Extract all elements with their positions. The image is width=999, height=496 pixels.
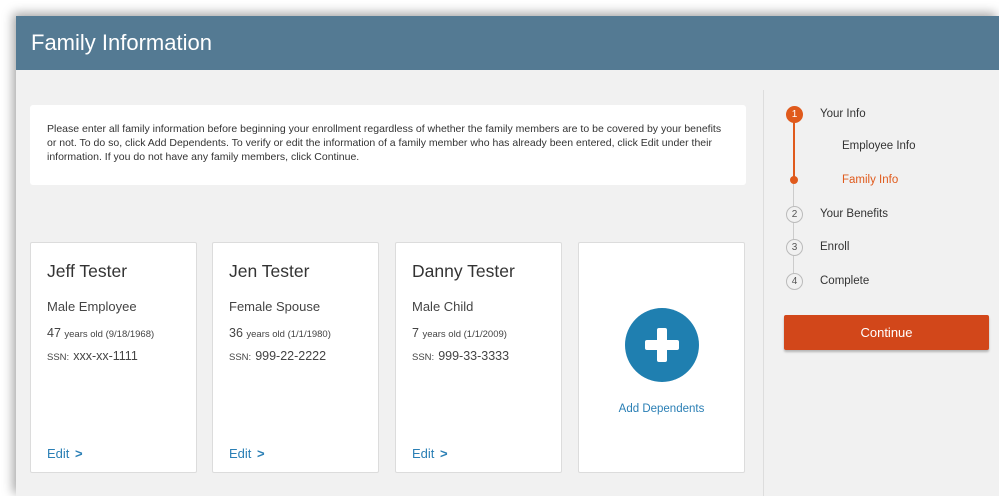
chevron-right-icon: > bbox=[257, 446, 265, 461]
family-member-card: Jen Tester Female Spouse 36 years old (1… bbox=[212, 242, 379, 473]
step-your-info: Your Info bbox=[820, 108, 866, 120]
step-3-icon: 3 bbox=[786, 239, 803, 256]
edit-label: Edit bbox=[229, 446, 252, 461]
add-dependents-card[interactable]: Add Dependents bbox=[578, 242, 745, 473]
edit-label: Edit bbox=[47, 446, 70, 461]
substep-employee-info[interactable]: Employee Info bbox=[842, 140, 916, 152]
member-name: Jeff Tester bbox=[47, 261, 128, 281]
member-birthdate: years old (1/1/2009) bbox=[422, 329, 507, 340]
chevron-right-icon: > bbox=[75, 446, 83, 461]
progress-line-active bbox=[793, 122, 795, 178]
intro-panel: Please enter all family information befo… bbox=[30, 105, 746, 185]
member-birthdate: years old (9/18/1968) bbox=[64, 329, 155, 340]
edit-member-link[interactable]: Edit > bbox=[47, 446, 83, 461]
intro-text: Please enter all family information befo… bbox=[47, 123, 722, 163]
current-step-dot bbox=[790, 176, 798, 184]
edit-label: Edit bbox=[412, 446, 435, 461]
ssn-label: SSN: bbox=[412, 352, 435, 363]
ssn-value: 999-22-2222 bbox=[255, 349, 327, 363]
member-ssn: SSN: 999-22-2222 bbox=[229, 349, 326, 363]
ssn-label: SSN: bbox=[229, 352, 252, 363]
ssn-label: SSN: bbox=[47, 352, 70, 363]
ssn-value: xxx-xx-1111 bbox=[73, 349, 138, 363]
step-complete: Complete bbox=[820, 275, 870, 287]
member-age: 7 years old (1/1/2009) bbox=[412, 326, 507, 340]
step-your-benefits: Your Benefits bbox=[820, 208, 888, 220]
edit-member-link[interactable]: Edit > bbox=[229, 446, 265, 461]
substep-family-info[interactable]: Family Info bbox=[842, 174, 898, 186]
step-1-icon: 1 bbox=[786, 106, 803, 123]
member-birthdate: years old (1/1/1980) bbox=[246, 329, 331, 340]
family-member-card: Jeff Tester Male Employee 47 years old (… bbox=[30, 242, 197, 473]
member-age-years: 36 bbox=[229, 326, 243, 340]
member-ssn: SSN: xxx-xx-1111 bbox=[47, 349, 138, 363]
member-ssn: SSN: 999-33-3333 bbox=[412, 349, 509, 363]
member-relation: Female Spouse bbox=[229, 299, 321, 314]
member-name: Jen Tester bbox=[229, 261, 310, 281]
member-age-years: 47 bbox=[47, 326, 61, 340]
ssn-value: 999-33-3333 bbox=[438, 349, 510, 363]
sidebar-divider bbox=[763, 90, 764, 496]
continue-button[interactable]: Continue bbox=[784, 315, 989, 350]
step-4-icon: 4 bbox=[786, 273, 803, 290]
plus-circle-icon[interactable] bbox=[625, 308, 699, 382]
member-age: 36 years old (1/1/1980) bbox=[229, 326, 331, 340]
progress-line bbox=[793, 180, 794, 284]
edit-member-link[interactable]: Edit > bbox=[412, 446, 448, 461]
member-age-years: 7 bbox=[412, 326, 419, 340]
member-age: 47 years old (9/18/1968) bbox=[47, 326, 154, 340]
add-dependents-link[interactable]: Add Dependents bbox=[579, 403, 744, 415]
page-header: Family Information bbox=[16, 16, 999, 70]
member-relation: Male Child bbox=[412, 299, 474, 314]
step-2-icon: 2 bbox=[786, 206, 803, 223]
page-frame: Family Information Please enter all fami… bbox=[16, 16, 999, 496]
step-enroll: Enroll bbox=[820, 241, 850, 253]
family-member-card: Danny Tester Male Child 7 years old (1/1… bbox=[395, 242, 562, 473]
page-title: Family Information bbox=[31, 30, 212, 55]
member-name: Danny Tester bbox=[412, 261, 515, 281]
member-relation: Male Employee bbox=[47, 299, 137, 314]
chevron-right-icon: > bbox=[440, 446, 448, 461]
